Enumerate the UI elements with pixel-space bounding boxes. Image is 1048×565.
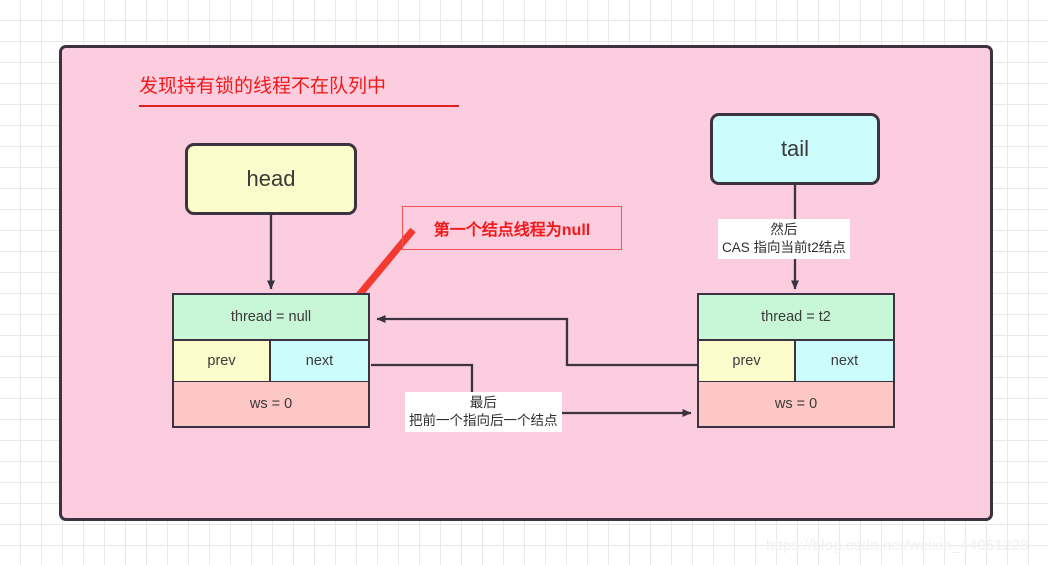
node-head-prev-label: prev [207,352,236,369]
cas-edge-label: 然后 CAS 指向当前t2结点 [718,219,850,259]
last-edge-label: 最后 把前一个指向后一个结点 [405,392,562,432]
node-t2-thread-row: thread = t2 [697,293,895,341]
page-title: 发现持有锁的线程不在队列中 [139,74,459,107]
node-head-prev-cell[interactable]: prev [174,340,271,381]
node-t2-next-label: next [830,352,859,369]
node-head[interactable]: thread = null prev next ws = 0 [172,293,370,428]
node-head-ws-row: ws = 0 [172,380,370,428]
cas-edge-label-line1: 然后 [770,222,798,237]
node-head-next-label: next [305,352,334,369]
node-t2-next-cell[interactable]: next [796,340,893,381]
node-t2-prev-cell[interactable]: prev [699,340,796,381]
tail-pointer-box[interactable]: tail [710,113,880,185]
node-head-ws-label: ws = 0 [249,396,293,412]
tail-pointer-label: tail [780,136,810,161]
node-head-pointer-row: prev next [172,338,370,383]
watermark: https://blog.csdn.net/weixin_44051223 [766,537,1029,554]
last-edge-label-line2: 把前一个指向后一个结点 [409,413,558,428]
node-t2-pointer-row: prev next [697,338,895,383]
head-pointer-box[interactable]: head [185,143,357,215]
cas-edge-label-line2: CAS 指向当前t2结点 [722,240,846,255]
node-head-thread-label: thread = null [230,309,312,325]
node-t2[interactable]: thread = t2 prev next ws = 0 [697,293,895,428]
node-t2-ws-row: ws = 0 [697,380,895,428]
node-t2-ws-label: ws = 0 [774,396,818,412]
last-edge-label-line1: 最后 [469,395,497,410]
callout-text: 第一个结点线程为null [433,222,591,239]
callout-box: 第一个结点线程为null [402,206,622,250]
node-t2-thread-label: thread = t2 [761,309,831,325]
node-head-next-cell[interactable]: next [271,340,368,381]
node-t2-prev-label: prev [732,352,761,369]
head-pointer-label: head [246,166,296,191]
node-head-thread-row: thread = null [172,293,370,341]
